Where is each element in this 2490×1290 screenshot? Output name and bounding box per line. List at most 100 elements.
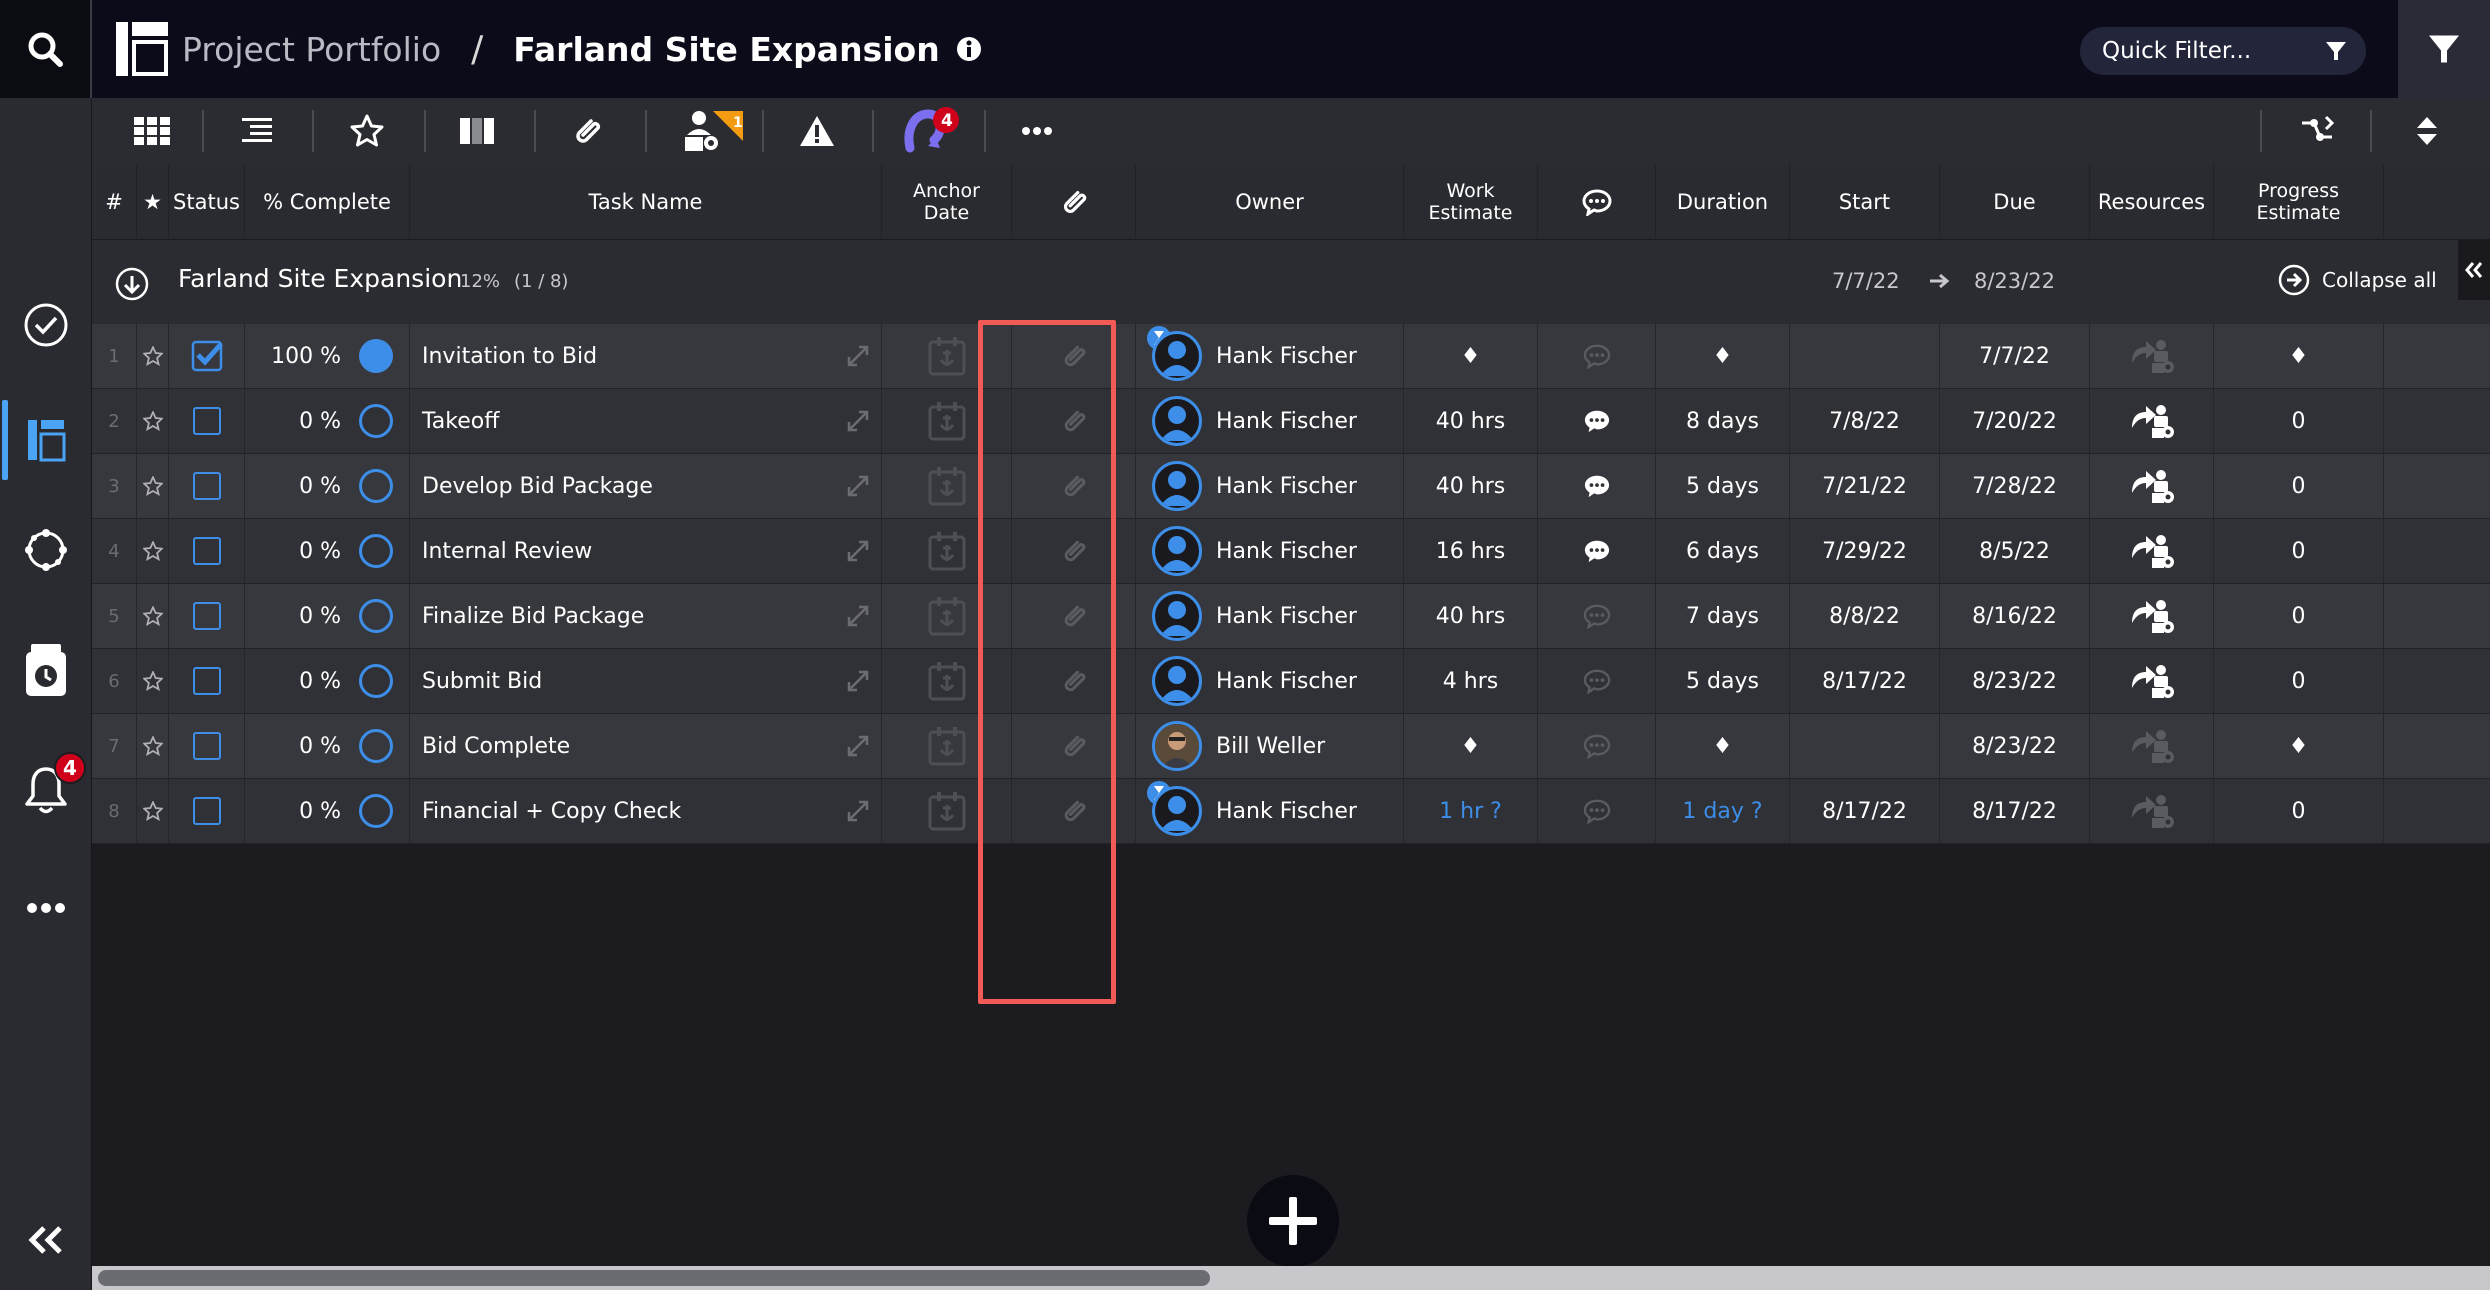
outline-view-button[interactable] — [227, 98, 287, 164]
col-header-percent-complete[interactable]: % Complete — [245, 164, 410, 240]
duration-cell[interactable]: 8 days — [1656, 389, 1790, 453]
collapse-group-icon[interactable] — [114, 266, 150, 302]
progress-estimate-cell[interactable]: 0 — [2214, 649, 2384, 713]
breadcrumb-portfolio[interactable]: Project Portfolio — [182, 30, 441, 69]
favorite-toggle[interactable] — [137, 389, 169, 453]
expand-task-button[interactable] — [847, 670, 869, 692]
task-name-cell[interactable]: Takeoff — [410, 389, 882, 453]
start-date-cell[interactable]: 8/8/22 — [1790, 584, 1940, 648]
favorite-toggle[interactable] — [137, 519, 169, 583]
owner-cell[interactable]: Hank Fischer — [1136, 649, 1404, 713]
owner-avatar[interactable] — [1152, 786, 1202, 836]
start-date-cell[interactable]: 7/21/22 — [1790, 454, 1940, 518]
status-checkbox[interactable] — [169, 649, 245, 713]
table-row[interactable]: 5 0 % Finalize Bid Package Hank Fischer 40 h… — [92, 584, 2490, 649]
add-task-button[interactable] — [1247, 1175, 1339, 1267]
start-date-cell[interactable]: 8/17/22 — [1790, 649, 1940, 713]
filter-panel-button[interactable] — [2398, 0, 2490, 98]
favorite-toggle[interactable] — [137, 649, 169, 713]
comments-cell[interactable] — [1538, 389, 1656, 453]
progress-estimate-cell[interactable]: 0 — [2214, 454, 2384, 518]
col-header-comments[interactable] — [1538, 164, 1656, 240]
percent-complete-cell[interactable]: 0 % — [245, 454, 410, 518]
favorite-toggle[interactable] — [137, 454, 169, 518]
comments-cell[interactable] — [1538, 519, 1656, 583]
owner-cell[interactable]: Hank Fischer — [1136, 779, 1404, 843]
percent-complete-cell[interactable]: 0 % — [245, 714, 410, 778]
expand-task-button[interactable] — [847, 735, 869, 757]
progress-estimate-cell[interactable]: 0 — [2214, 584, 2384, 648]
work-estimate-cell[interactable]: 1 hr ? — [1404, 779, 1538, 843]
comments-cell[interactable] — [1538, 714, 1656, 778]
percent-complete-cell[interactable]: 0 % — [245, 389, 410, 453]
comments-cell[interactable] — [1538, 584, 1656, 648]
owner-avatar[interactable] — [1152, 396, 1202, 446]
portfolio-logo-icon[interactable] — [116, 22, 168, 76]
task-name-cell[interactable]: Bid Complete — [410, 714, 882, 778]
owner-avatar[interactable] — [1152, 526, 1202, 576]
attachments-button[interactable] — [557, 98, 617, 164]
comments-cell[interactable] — [1538, 454, 1656, 518]
resources-cell[interactable] — [2090, 779, 2214, 843]
start-date-cell[interactable]: 7/8/22 — [1790, 389, 1940, 453]
task-name-cell[interactable]: Internal Review — [410, 519, 882, 583]
favorite-toggle[interactable] — [137, 584, 169, 648]
sort-button[interactable] — [2392, 98, 2462, 164]
owner-avatar[interactable] — [1152, 656, 1202, 706]
expand-task-button[interactable] — [847, 345, 869, 367]
work-estimate-cell[interactable]: ♦ — [1404, 324, 1538, 388]
start-date-cell[interactable]: 7/29/22 — [1790, 519, 1940, 583]
owner-cell[interactable]: Bill Weller — [1136, 714, 1404, 778]
work-estimate-cell[interactable]: 4 hrs — [1404, 649, 1538, 713]
resources-cell[interactable] — [2090, 519, 2214, 583]
owner-avatar[interactable] — [1152, 331, 1202, 381]
start-date-cell[interactable] — [1790, 714, 1940, 778]
task-name-cell[interactable]: Invitation to Bid — [410, 324, 882, 388]
due-date-cell[interactable]: 7/28/22 — [1940, 454, 2090, 518]
col-header-anchor-date[interactable]: Anchor Date — [882, 164, 1012, 240]
status-checkbox[interactable] — [169, 519, 245, 583]
col-header-task-name[interactable]: Task Name — [410, 164, 882, 240]
columns-button[interactable] — [447, 98, 507, 164]
table-row[interactable]: 8 0 % Financial + Copy Check Hank Fischer 1 … — [92, 779, 2490, 844]
nav-projects[interactable] — [0, 400, 92, 480]
favorite-toggle[interactable] — [137, 779, 169, 843]
resources-cell[interactable] — [2090, 389, 2214, 453]
progress-estimate-cell[interactable]: 0 — [2214, 389, 2384, 453]
resources-cell[interactable] — [2090, 324, 2214, 388]
col-header-owner[interactable]: Owner — [1136, 164, 1404, 240]
col-header-num[interactable]: # — [92, 164, 137, 240]
owner-cell[interactable]: Hank Fischer — [1136, 584, 1404, 648]
warnings-button[interactable] — [787, 98, 847, 164]
status-checkbox[interactable] — [169, 584, 245, 648]
duration-cell[interactable]: ♦ — [1656, 324, 1790, 388]
expand-panel-button[interactable] — [2458, 240, 2490, 300]
status-checkbox[interactable] — [169, 714, 245, 778]
resources-cell[interactable] — [2090, 649, 2214, 713]
owner-avatar[interactable] — [1152, 461, 1202, 511]
col-header-duration[interactable]: Duration — [1656, 164, 1790, 240]
task-name-cell[interactable]: Develop Bid Package — [410, 454, 882, 518]
resource-management-button[interactable]: 1 — [672, 98, 752, 164]
table-row[interactable]: 7 0 % Bid Complete Bill Weller ♦ ♦ 8/23/22 ♦ — [92, 714, 2490, 779]
owner-cell[interactable]: Hank Fischer — [1136, 454, 1404, 518]
dependencies-button[interactable]: 4 — [892, 98, 972, 164]
comments-cell[interactable] — [1538, 779, 1656, 843]
resources-cell[interactable] — [2090, 584, 2214, 648]
col-header-progress-estimate[interactable]: Progress Estimate — [2214, 164, 2384, 240]
owner-cell[interactable]: Hank Fischer — [1136, 519, 1404, 583]
start-date-cell[interactable]: 8/17/22 — [1790, 779, 1940, 843]
expand-task-button[interactable] — [847, 475, 869, 497]
duration-cell[interactable]: 6 days — [1656, 519, 1790, 583]
duration-cell[interactable]: 5 days — [1656, 649, 1790, 713]
owner-avatar[interactable] — [1152, 721, 1202, 771]
percent-complete-cell[interactable]: 0 % — [245, 779, 410, 843]
status-checkbox[interactable] — [169, 389, 245, 453]
col-header-work-estimate[interactable]: Work Estimate — [1404, 164, 1538, 240]
favorites-button[interactable] — [337, 98, 397, 164]
critical-path-button[interactable] — [2282, 98, 2352, 164]
status-checkbox[interactable] — [169, 324, 245, 388]
percent-complete-cell[interactable]: 0 % — [245, 649, 410, 713]
search-button[interactable] — [0, 0, 92, 98]
col-header-resources[interactable]: Resources — [2090, 164, 2214, 240]
